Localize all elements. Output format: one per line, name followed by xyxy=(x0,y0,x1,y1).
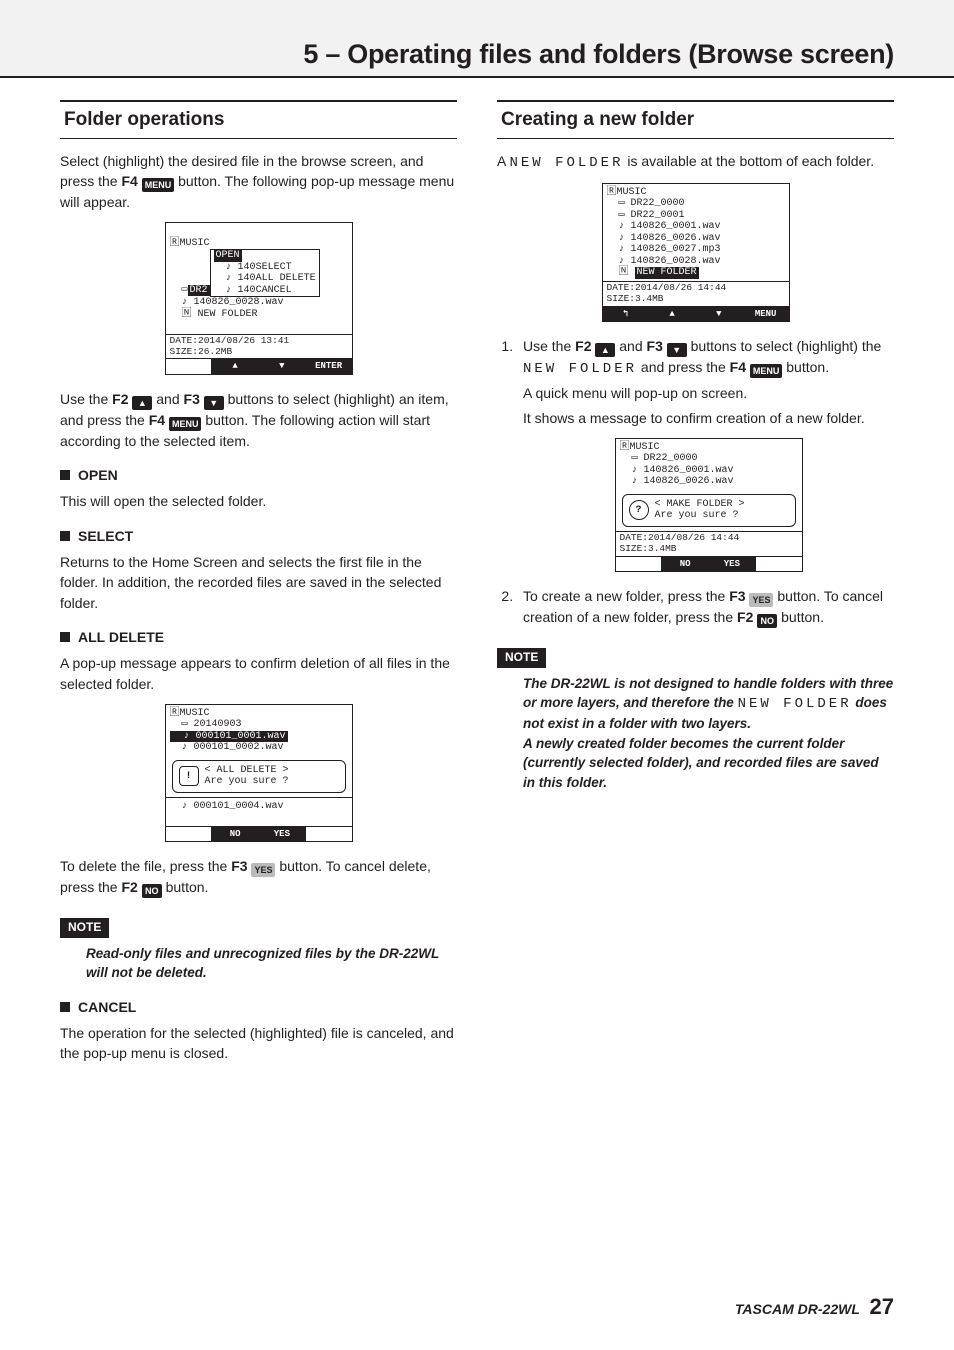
section-folder-ops: Folder operations xyxy=(60,100,457,139)
item-cancel: CANCEL xyxy=(60,997,457,1017)
menu-button-icon: MENU xyxy=(750,364,783,378)
dialog-all-delete: ! < ALL DELETE > Are you sure ? xyxy=(172,760,346,793)
item-all-delete: ALL DELETE xyxy=(60,627,457,647)
question-icon: ? xyxy=(629,500,649,520)
yes-button-icon: YES xyxy=(251,863,275,877)
warning-icon: ! xyxy=(179,766,199,786)
content: Folder operations Select (highlight) the… xyxy=(60,100,894,1290)
page-header-title: 5 – Operating files and folders (Browse … xyxy=(303,39,894,76)
step-2: To create a new folder, press the F3 YES… xyxy=(517,586,894,628)
screenshot-make-folder: 🅁MUSIC ▭ DR22_0000 ♪ 140826_0001.wav ♪ 1… xyxy=(615,438,803,572)
column-left: Folder operations Select (highlight) the… xyxy=(60,100,457,1290)
page-footer: TASCAM DR-22WL 27 xyxy=(735,1294,894,1320)
note-label: NOTE xyxy=(497,648,546,667)
screenshot-new-folder: 🅁MUSIC ▭ DR22_0000 ▭ DR22_0001 ♪ 140826_… xyxy=(602,183,790,322)
item-select: SELECT xyxy=(60,526,457,546)
item-open: OPEN xyxy=(60,465,457,485)
screenshot-browse-popup: 🅁MUSIC ▭DR2OPEN ♪ 140SELECT ♪ 140ALL DEL… xyxy=(165,222,353,375)
column-right: Creating a new folder A NEW FOLDER is av… xyxy=(497,100,894,1290)
delete-paragraph: To delete the file, press the F3 YES but… xyxy=(60,856,457,898)
no-button-icon: NO xyxy=(142,884,162,898)
yes-button-icon: YES xyxy=(749,593,773,607)
intro-paragraph: Select (highlight) the desired file in t… xyxy=(60,151,457,213)
use-paragraph: Use the F2 ▲ and F3 ▼ buttons to select … xyxy=(60,389,457,451)
down-icon: ▼ xyxy=(204,396,224,410)
footer-brand: TASCAM DR-22WL xyxy=(735,1301,860,1317)
page-header: 5 – Operating files and folders (Browse … xyxy=(0,0,954,78)
dialog-make-folder: ? < MAKE FOLDER > Are you sure ? xyxy=(622,494,796,527)
menu-button-icon: MENU xyxy=(169,417,202,431)
menu-button-icon: MENU xyxy=(142,178,175,192)
note-body: Read-only files and unrecognized files b… xyxy=(86,944,457,983)
down-icon: ▼ xyxy=(667,343,687,357)
screenshot-all-delete: 🅁MUSIC ▭ 20140903 ♪ 000101_0001.wav ♪ 00… xyxy=(165,704,353,842)
up-icon: ▲ xyxy=(132,396,152,410)
no-button-icon: NO xyxy=(757,614,777,628)
page-number: 27 xyxy=(870,1294,894,1319)
note-body-2: A newly created folder becomes the curre… xyxy=(523,734,894,793)
steps-list: Use the F2 ▲ and F3 ▼ buttons to select … xyxy=(497,336,894,628)
section-create-folder: Creating a new folder xyxy=(497,100,894,139)
up-icon: ▲ xyxy=(595,343,615,357)
step-1: Use the F2 ▲ and F3 ▼ buttons to select … xyxy=(517,336,894,572)
right-intro: A NEW FOLDER is available at the bottom … xyxy=(497,151,894,173)
note-body-1: The DR-22WL is not designed to handle fo… xyxy=(523,674,894,734)
note-label: NOTE xyxy=(60,918,109,937)
